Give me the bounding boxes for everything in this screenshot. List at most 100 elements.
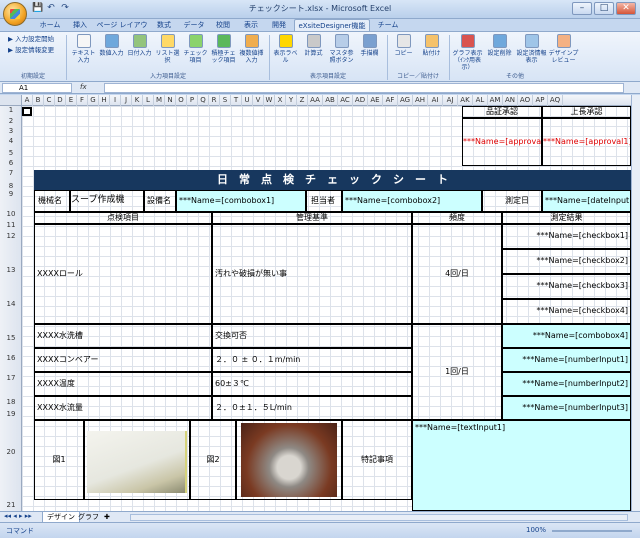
column-header[interactable]: Y <box>286 95 297 106</box>
row-header[interactable]: 17 <box>0 374 22 382</box>
init-change-item[interactable]: ▶ 設定情報変更 <box>8 46 54 55</box>
vertical-scrollbar[interactable] <box>631 95 640 511</box>
close-button[interactable]: ✕ <box>616 2 636 15</box>
row-header[interactable]: 20 <box>0 448 22 456</box>
ribbon-button[interactable]: 設定削除 <box>484 34 515 72</box>
column-header[interactable]: AO <box>518 95 533 106</box>
column-header[interactable]: A <box>22 95 33 106</box>
result-field[interactable]: ***Name=[checkbox1] <box>502 224 631 249</box>
column-header[interactable]: AM <box>488 95 503 106</box>
column-header[interactable]: U <box>242 95 253 106</box>
column-header[interactable]: AP <box>533 95 548 106</box>
row-header[interactable]: 7 <box>0 169 22 177</box>
column-header[interactable]: B <box>33 95 44 106</box>
row-header[interactable]: 18 <box>0 398 22 406</box>
row-header[interactable]: 15 <box>0 334 22 342</box>
ribbon-tab[interactable]: 校閲 <box>210 19 236 31</box>
column-header[interactable]: G <box>88 95 99 106</box>
column-header[interactable]: W <box>264 95 275 106</box>
column-header[interactable]: AA <box>308 95 323 106</box>
ribbon-button[interactable]: 設定済情報表示 <box>516 34 547 72</box>
column-header[interactable]: R <box>209 95 220 106</box>
column-header[interactable]: D <box>55 95 66 106</box>
row-header[interactable]: 5 <box>0 149 22 157</box>
column-header[interactable]: E <box>66 95 77 106</box>
ribbon-button[interactable]: 日付入力 <box>126 34 153 72</box>
formula-input[interactable] <box>104 83 624 93</box>
ribbon-button[interactable]: 貼付け <box>418 34 445 72</box>
column-header[interactable]: AC <box>338 95 353 106</box>
init-start-item[interactable]: ▶ 入力設定開始 <box>8 35 54 44</box>
result-field[interactable]: ***Name=[checkbox2] <box>502 249 631 274</box>
row-header[interactable]: 1 <box>0 106 22 114</box>
row-header[interactable]: 14 <box>0 300 22 308</box>
ribbon-tab[interactable]: 開発 <box>266 19 292 31</box>
approval-field-1[interactable]: ***Name=[approval3] <box>462 118 542 166</box>
ribbon-tab[interactable]: eXsiteDesigner機能 <box>294 19 370 31</box>
date-field[interactable]: ***Name=[dateInput1] <box>542 190 631 212</box>
row-header[interactable]: 8 <box>0 182 22 190</box>
row-header[interactable]: 2 <box>0 117 22 125</box>
row-header[interactable]: 13 <box>0 266 22 274</box>
column-header[interactable]: AG <box>398 95 413 106</box>
zoom-slider[interactable] <box>552 530 632 532</box>
column-header[interactable]: L <box>143 95 154 106</box>
result-field[interactable]: ***Name=[checkbox4] <box>502 299 631 324</box>
column-header[interactable]: O <box>176 95 187 106</box>
row-header[interactable]: 10 <box>0 210 22 218</box>
new-sheet-icon[interactable]: ✚ <box>104 512 110 522</box>
result-field[interactable]: ***Name=[numberInput2] <box>502 372 631 396</box>
ribbon-button[interactable]: チェック項目 <box>182 34 209 72</box>
column-header[interactable]: AH <box>413 95 428 106</box>
column-header[interactable]: J <box>121 95 132 106</box>
sheet-tab-graph[interactable]: グラフ <box>74 512 103 522</box>
column-header[interactable]: T <box>231 95 242 106</box>
select-all-corner[interactable] <box>0 95 22 106</box>
column-header[interactable]: F <box>77 95 88 106</box>
ribbon-button[interactable]: グラフ表示（ｲﾝｸ用表示） <box>452 34 483 72</box>
approval-field-2[interactable]: ***Name=[approval1] <box>542 118 631 166</box>
ribbon-button[interactable]: コピー <box>390 34 417 72</box>
column-header[interactable]: P <box>187 95 198 106</box>
ribbon-button[interactable]: 数値入力 <box>98 34 125 72</box>
ribbon-button[interactable]: 手描欄 <box>356 34 383 72</box>
column-header[interactable]: Z <box>297 95 308 106</box>
column-header[interactable]: AF <box>383 95 398 106</box>
column-header[interactable]: K <box>132 95 143 106</box>
ribbon-tab[interactable]: ホーム <box>36 19 64 31</box>
column-header[interactable]: AE <box>368 95 383 106</box>
row-header[interactable]: 12 <box>0 232 22 240</box>
equipment-field[interactable]: ***Name=[combobox1] <box>176 190 306 212</box>
office-button[interactable] <box>3 2 27 26</box>
column-header[interactable]: AQ <box>548 95 563 106</box>
fx-icon[interactable]: fx <box>80 83 100 93</box>
column-header[interactable]: H <box>99 95 110 106</box>
ribbon-button[interactable]: 表示ラベル <box>272 34 299 72</box>
ribbon-tab[interactable]: 数式 <box>150 19 178 31</box>
row-header[interactable]: 11 <box>0 221 22 229</box>
result-field[interactable]: ***Name=[numberInput3] <box>502 396 631 420</box>
column-header[interactable]: V <box>253 95 264 106</box>
row-header[interactable]: 9 <box>0 190 22 198</box>
column-header[interactable]: AN <box>503 95 518 106</box>
column-header[interactable]: AD <box>353 95 368 106</box>
column-header[interactable]: AJ <box>443 95 458 106</box>
column-header[interactable]: X <box>275 95 286 106</box>
column-header[interactable]: AB <box>323 95 338 106</box>
row-header[interactable]: 21 <box>0 501 22 509</box>
maximize-button[interactable]: □ <box>594 2 614 15</box>
row-header[interactable]: 16 <box>0 354 22 362</box>
column-header[interactable]: M <box>154 95 165 106</box>
name-box[interactable]: A1 <box>2 83 72 93</box>
horizontal-scrollbar[interactable] <box>130 514 628 521</box>
manager-field[interactable]: ***Name=[combobox2] <box>342 190 482 212</box>
ribbon-tab[interactable]: ページ レイアウト <box>96 19 148 41</box>
row-header[interactable]: 6 <box>0 159 22 167</box>
ribbon-tab[interactable]: 表示 <box>238 19 264 31</box>
ribbon-button[interactable]: 積極チェック項目 <box>210 34 237 72</box>
column-header[interactable]: I <box>110 95 121 106</box>
column-header[interactable]: AK <box>458 95 473 106</box>
column-header[interactable]: AI <box>428 95 443 106</box>
result-field[interactable]: ***Name=[numberInput1] <box>502 348 631 372</box>
row-header[interactable]: 19 <box>0 410 22 418</box>
